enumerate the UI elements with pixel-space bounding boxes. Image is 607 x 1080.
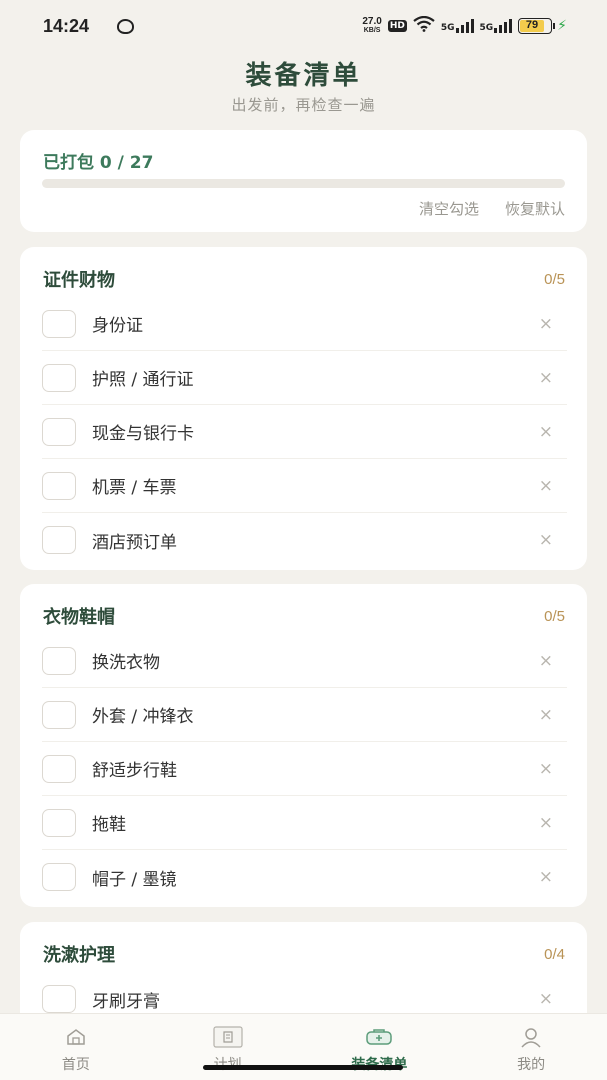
delete-icon[interactable]: × <box>539 530 553 550</box>
checklist-item[interactable]: 身份证 × <box>42 297 567 351</box>
checklist-icon <box>364 1026 394 1048</box>
item-label: 舒适步行鞋 <box>92 761 177 781</box>
item-checkbox[interactable] <box>42 417 76 446</box>
item-label: 机票 / 车票 <box>92 478 177 498</box>
item-label: 外套 / 冲锋衣 <box>92 707 194 727</box>
item-label: 现金与银行卡 <box>92 424 194 444</box>
delete-icon[interactable]: × <box>539 651 553 671</box>
delete-icon[interactable]: × <box>539 989 553 1009</box>
network-speed-unit: KB/S <box>363 27 381 34</box>
checklist-item[interactable]: 外套 / 冲锋衣 × <box>42 688 567 742</box>
nav-label: 装备清单 <box>351 1054 407 1074</box>
item-label: 牙刷牙膏 <box>92 991 160 1012</box>
nav-item-home[interactable]: 首页 <box>0 1014 152 1080</box>
delete-icon[interactable]: × <box>539 759 553 779</box>
cellular-signal-icon-2: 5G <box>480 19 513 33</box>
checklist-item[interactable]: 酒店预订单 × <box>42 513 567 567</box>
packed-count: 已打包 0 / 27 <box>43 153 154 173</box>
nav-label: 首页 <box>61 1057 90 1073</box>
checklist-item[interactable]: 舒适步行鞋 × <box>42 742 567 796</box>
item-checkbox[interactable] <box>42 471 76 500</box>
nav-item-profile[interactable]: 我的 <box>455 1014 607 1080</box>
clear-checks-button[interactable]: 清空勾选 <box>419 198 479 219</box>
category-card-documents: 证件财物 0/5 身份证 × 护照 / 通行证 × 现金与银行卡 × 机票 / 车票 ×… <box>20 247 587 570</box>
item-label: 酒店预订单 <box>92 532 177 553</box>
progress-track <box>42 179 565 188</box>
checklist-item[interactable]: 护照 / 通行证 × <box>42 351 567 405</box>
item-checkbox[interactable] <box>42 363 76 392</box>
delete-icon[interactable]: × <box>539 867 553 887</box>
home-indicator <box>203 1065 403 1070</box>
page-title: 装备清单 <box>245 61 362 91</box>
item-label: 换洗衣物 <box>92 653 160 673</box>
item-label: 护照 / 通行证 <box>92 370 194 390</box>
status-time: 14:24 <box>43 16 90 36</box>
hd-voice-icon: HD <box>387 20 407 32</box>
item-checkbox[interactable] <box>42 985 76 1013</box>
checklist-item[interactable]: 换洗衣物 × <box>42 634 567 688</box>
delete-icon[interactable]: × <box>539 476 553 496</box>
category-count: 0/5 <box>544 607 565 625</box>
cellular-signal-icon-1: 5G <box>441 19 474 33</box>
item-checkbox[interactable] <box>42 646 76 675</box>
item-checkbox[interactable] <box>42 309 76 338</box>
status-bar: 14:24 27.0 KB/S HD 5G 5G 79 ⚡ <box>0 0 607 56</box>
delete-icon[interactable]: × <box>539 368 553 388</box>
battery-icon: 79 ⚡ <box>518 18 567 34</box>
home-icon <box>61 1026 91 1048</box>
nav-label: 我的 <box>517 1057 546 1073</box>
item-label: 身份证 <box>92 316 143 336</box>
network-speed: 27.0 KB/S <box>362 17 381 35</box>
status-indicators: 27.0 KB/S HD 5G 5G 79 ⚡ <box>362 15 567 36</box>
plan-icon <box>213 1026 243 1048</box>
checklist-item[interactable]: 帽子 / 墨镜 × <box>42 850 567 904</box>
nav-label: 计划 <box>214 1054 242 1074</box>
category-count: 0/4 <box>544 945 565 963</box>
notification-app-icon <box>117 19 134 34</box>
item-checkbox[interactable] <box>42 754 76 783</box>
checklist-item[interactable]: 机票 / 车票 × <box>42 459 567 513</box>
item-checkbox[interactable] <box>42 863 76 891</box>
nav-item-plan[interactable]: 计划 <box>152 1014 304 1080</box>
item-label: 拖鞋 <box>92 815 126 835</box>
wifi-icon <box>413 15 435 36</box>
charging-icon: ⚡ <box>557 18 567 34</box>
category-count: 0/5 <box>544 270 565 288</box>
delete-icon[interactable]: × <box>539 705 553 725</box>
signal-2-label: 5G <box>479 23 494 33</box>
nav-item-checklist[interactable]: 装备清单 <box>304 1014 456 1080</box>
item-checkbox[interactable] <box>42 808 76 837</box>
checklist-item[interactable]: 拖鞋 × <box>42 796 567 850</box>
delete-icon[interactable]: × <box>539 314 553 334</box>
delete-icon[interactable]: × <box>539 422 553 442</box>
reset-default-button[interactable]: 恢复默认 <box>505 198 565 219</box>
signal-1-label: 5G <box>440 23 455 33</box>
packing-progress-card: 已打包 0 / 27 清空勾选 恢复默认 <box>20 130 587 232</box>
profile-icon <box>516 1026 546 1048</box>
battery-level: 79 <box>520 20 544 32</box>
delete-icon[interactable]: × <box>539 813 553 833</box>
item-checkbox[interactable] <box>42 700 76 729</box>
page-subtitle: 出发前，再检查一遍 <box>231 96 376 114</box>
network-speed-value: 27.0 <box>362 16 382 27</box>
item-checkbox[interactable] <box>42 526 76 554</box>
category-title: 证件财物 <box>43 270 115 291</box>
category-card-clothing: 衣物鞋帽 0/5 换洗衣物 × 外套 / 冲锋衣 × 舒适步行鞋 × 拖鞋 × 帽子 /… <box>20 584 587 907</box>
checklist-item[interactable]: 现金与银行卡 × <box>42 405 567 459</box>
item-label: 帽子 / 墨镜 <box>92 869 177 890</box>
category-title: 衣物鞋帽 <box>43 607 115 628</box>
category-title: 洗漱护理 <box>43 945 115 966</box>
